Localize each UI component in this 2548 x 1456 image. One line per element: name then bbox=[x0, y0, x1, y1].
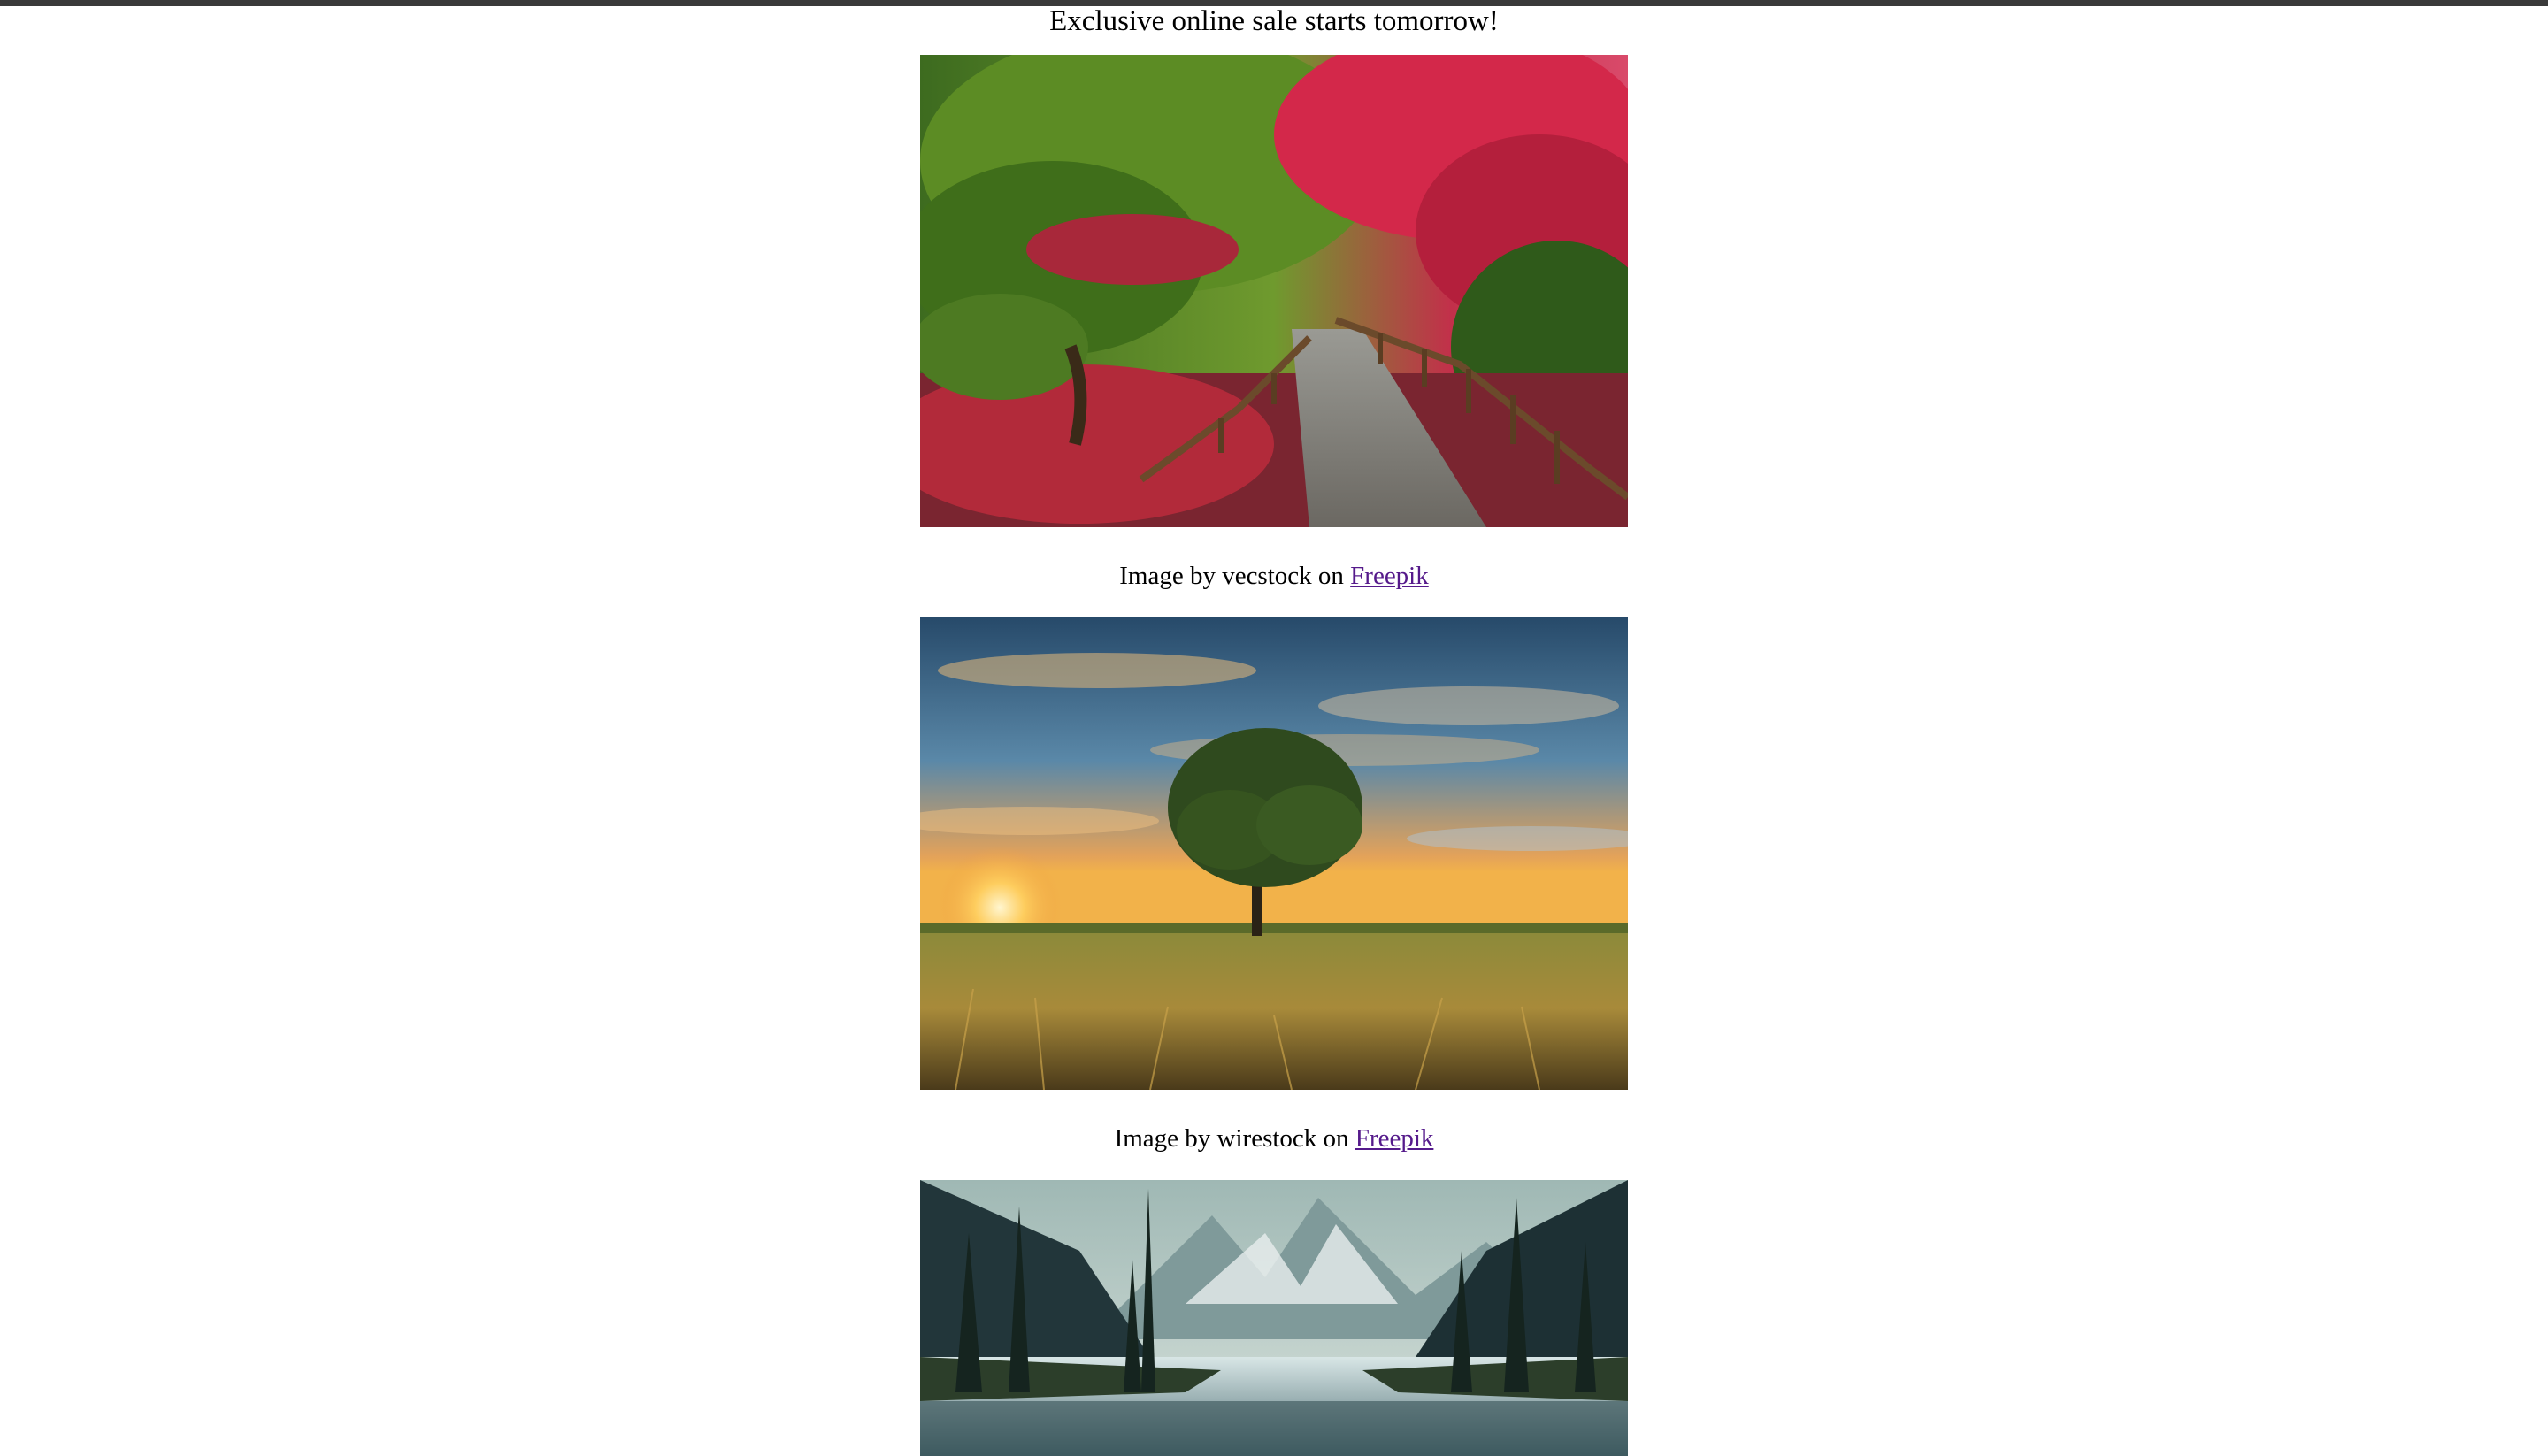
caption-1-text: Image by vecstock on bbox=[1119, 562, 1344, 590]
freepik-link-1[interactable]: Freepik bbox=[1350, 562, 1429, 590]
caption-2-text: Image by wirestock on bbox=[1114, 1124, 1349, 1153]
freepik-link-2[interactable]: Freepik bbox=[1355, 1124, 1434, 1153]
page-content: Exclusive online sale starts tomorrow! I… bbox=[0, 0, 2548, 1456]
garden-path-photo bbox=[920, 55, 1628, 527]
page-headline: Exclusive online sale starts tomorrow! bbox=[1049, 5, 1499, 37]
tree-sunset-photo bbox=[920, 617, 1628, 1090]
mountain-lake-photo bbox=[920, 1180, 1628, 1456]
caption-1: Image by vecstock on Freepik bbox=[0, 560, 2548, 592]
caption-2: Image by wirestock on Freepik bbox=[0, 1123, 2548, 1154]
